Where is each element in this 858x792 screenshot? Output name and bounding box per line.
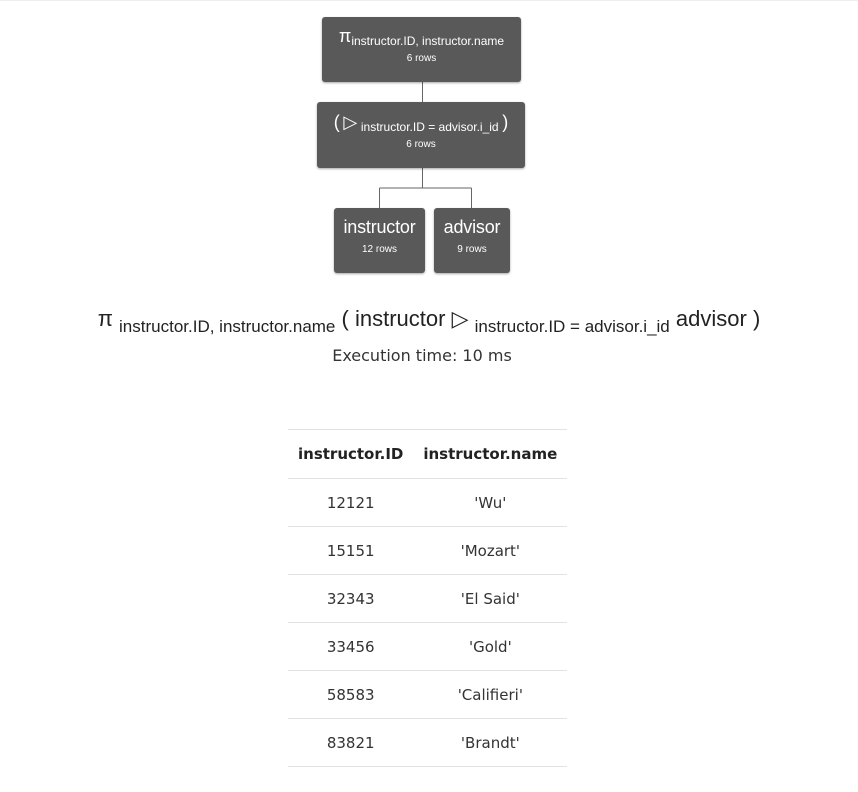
instructor-relation-node[interactable]: instructor 12 rows [334,208,425,273]
column-header-instructor-id[interactable]: instructor.ID [288,429,414,479]
cell-instructor-id: 58583 [288,670,414,719]
table-row: 12121 'Wu' [288,478,568,527]
table-row: 58583 'Califieri' [288,670,568,719]
join-close-paren: ) [502,112,509,132]
expression-close-paren: ) [752,306,761,331]
cell-instructor-name: 'Brandt' [413,718,568,767]
projection-node[interactable]: πinstructor.ID, instructor.name 6 rows [322,17,521,82]
expression-join-condition: instructor.ID = advisor.i_id [474,317,670,336]
advisor-relation-node[interactable]: advisor 9 rows [434,208,510,273]
expression-left-relation: instructor [354,306,446,331]
cell-instructor-name: 'Gold' [413,622,568,671]
expression-join-symbol: ▷ [451,306,469,331]
expression-projection-symbol: π [97,306,113,331]
result-table: instructor.ID instructor.name 12121 'Wu'… [288,429,568,767]
table-header-row: instructor.ID instructor.name [288,429,568,479]
projection-row-count: 6 rows [406,53,437,64]
table-row: 33456 'Gold' [288,622,568,671]
projection-attributes: instructor.ID, instructor.name [351,34,505,48]
expression-projection-attributes: instructor.ID, instructor.name [119,317,336,336]
join-node[interactable]: ( ▷ instructor.ID = advisor.i_id ) 6 row… [317,102,525,168]
advisor-row-count: 9 rows [457,244,487,255]
cell-instructor-id: 83821 [288,718,414,767]
join-row-count: 6 rows [406,139,436,150]
join-open-paren: ( [333,112,340,132]
expression-open-paren: ( [341,306,349,331]
cell-instructor-id: 15151 [288,526,414,575]
cell-instructor-name: 'El Said' [413,574,568,623]
expression-right-relation: advisor [675,306,747,331]
cell-instructor-name: 'Wu' [413,478,568,527]
join-symbol: ▷ [343,112,358,132]
projection-symbol: π [338,26,352,46]
instructor-relation-name: instructor [343,217,416,237]
advisor-relation-name: advisor [443,217,501,237]
cell-instructor-id: 33456 [288,622,414,671]
instructor-row-count: 12 rows [361,244,397,255]
join-node-label: ( ▷ instructor.ID = advisor.i_id ) [317,112,525,134]
column-header-instructor-name[interactable]: instructor.name [413,429,568,479]
cell-instructor-id: 32343 [288,574,414,623]
join-condition: instructor.ID = advisor.i_id [360,120,499,134]
cell-instructor-name: 'Mozart' [413,526,568,575]
cell-instructor-id: 12121 [288,478,414,527]
table-row: 83821 'Brandt' [288,718,568,767]
projection-node-label: πinstructor.ID, instructor.name [322,26,521,48]
table-row: 32343 'El Said' [288,574,568,623]
cell-instructor-name: 'Califieri' [413,670,568,719]
execution-time: Execution time: 10 ms [332,346,512,365]
relational-algebra-expression: π instructor.ID, instructor.name ( instr… [0,306,858,336]
table-row: 15151 'Mozart' [288,526,568,575]
